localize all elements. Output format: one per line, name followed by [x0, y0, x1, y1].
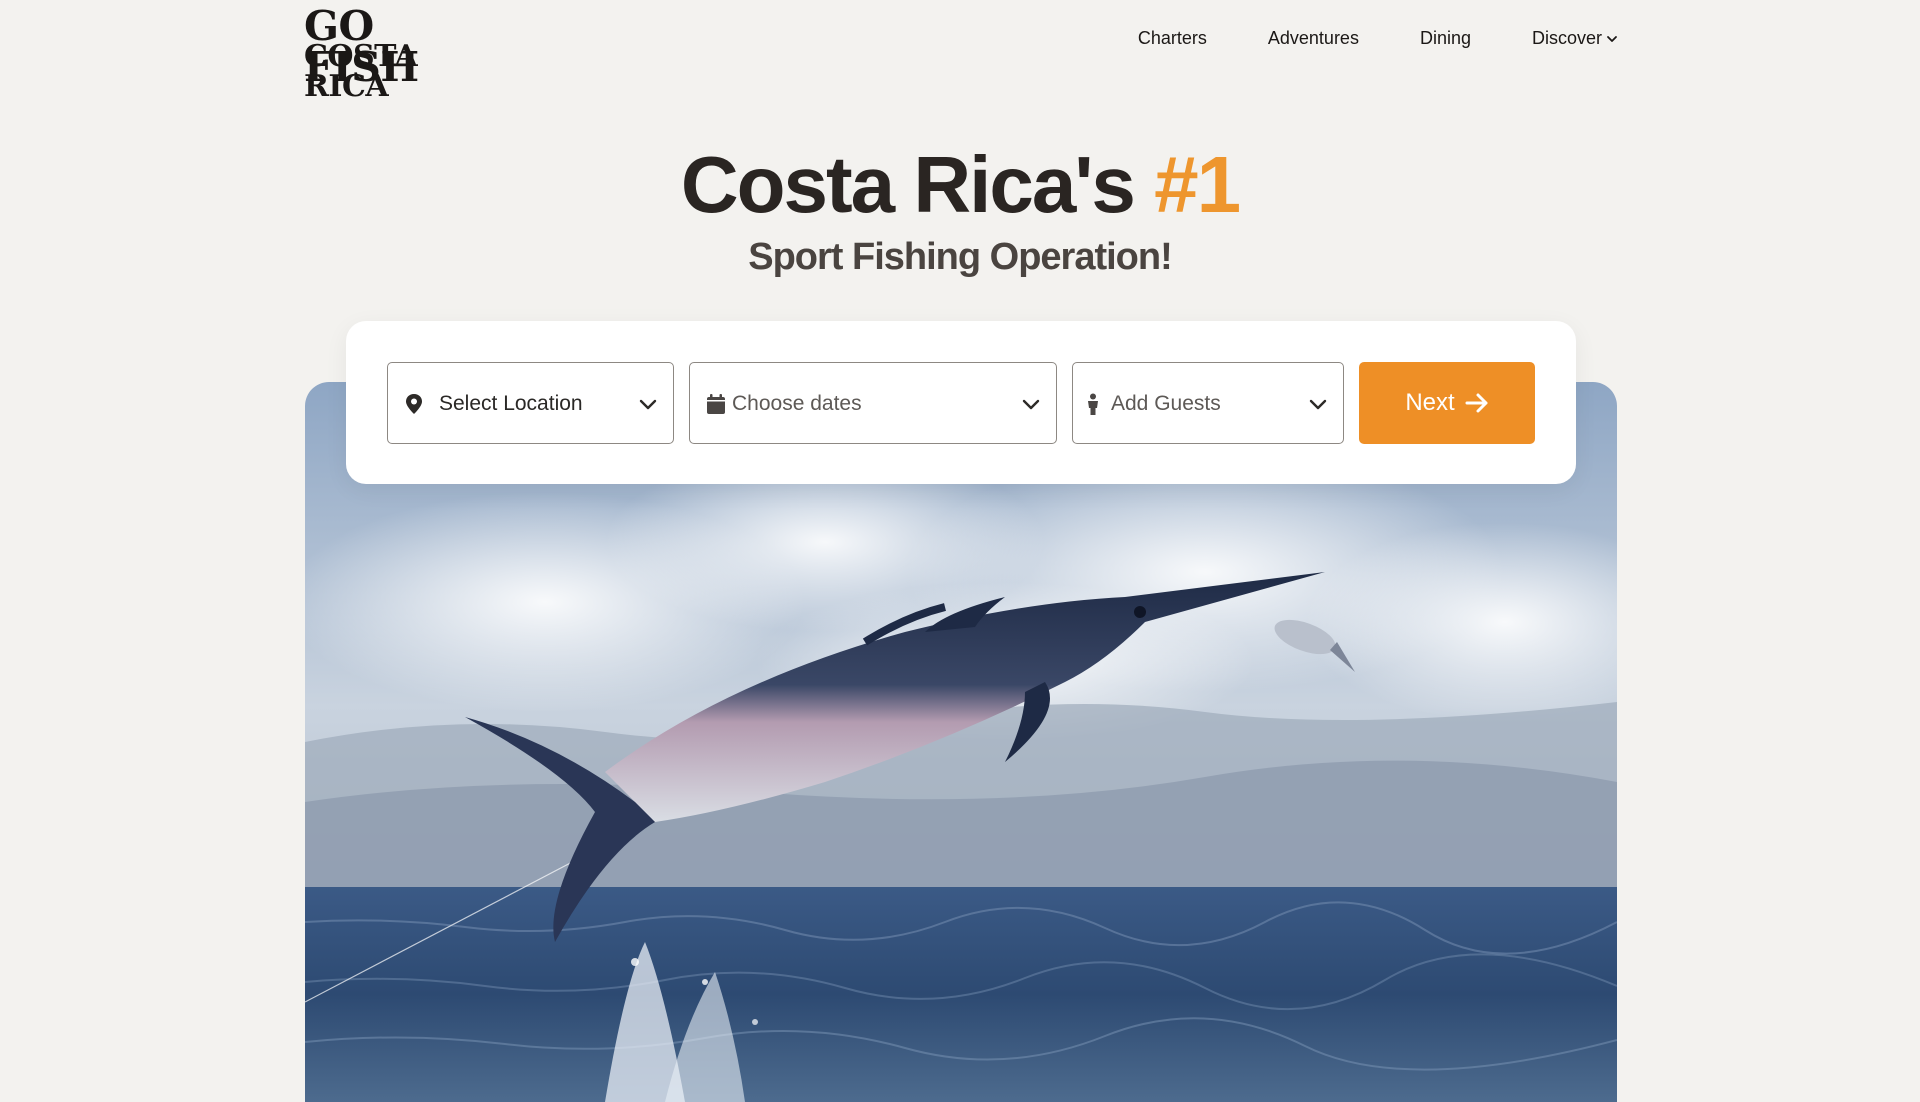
headline-main: Costa Rica's [680, 140, 1136, 229]
map-pin-icon [406, 394, 422, 414]
dates-select[interactable]: Choose dates [689, 362, 1057, 444]
brand-logo[interactable]: GO FISH COSTA RICA [304, 2, 490, 104]
next-button[interactable]: Next [1359, 362, 1535, 444]
logo-line-1: GO FISH [304, 2, 419, 91]
hero-subheadline: Sport Fishing Operation! [748, 236, 1173, 278]
nav-label: Dining [1419, 28, 1471, 48]
guests-label: Add Guests [1111, 392, 1221, 415]
person-icon [1088, 393, 1098, 415]
nav-item-dining[interactable]: Dining [1420, 28, 1471, 49]
chevron-down-icon [639, 399, 657, 410]
dates-label: Choose dates [732, 392, 862, 415]
next-button-label: Next [1405, 389, 1455, 416]
guests-select[interactable]: Add Guests [1072, 362, 1344, 444]
location-label: Select Location [439, 392, 583, 415]
nav-item-discover[interactable]: Discover [1532, 28, 1618, 49]
site-header: GO FISH COSTA RICA Charters Adventures D… [0, 0, 1920, 104]
hero-headline: Costa Rica's #1 [0, 145, 1920, 225]
nav-label: Discover [1531, 28, 1602, 48]
nav-label: Charters [1137, 28, 1207, 48]
chevron-down-icon [1022, 399, 1040, 410]
chevron-down-icon [1309, 399, 1327, 410]
main-nav: Charters Adventures Dining Discover [1138, 28, 1618, 49]
location-select[interactable]: Select Location [387, 362, 674, 444]
logo-line-2: COSTA RICA [304, 39, 418, 104]
booking-search-card: Select Location Choose dates Add Guests … [346, 321, 1576, 484]
headline-accent: #1 [1154, 140, 1241, 229]
nav-label: Adventures [1267, 28, 1359, 48]
hero-image-marlin [305, 382, 1617, 1102]
nav-item-adventures[interactable]: Adventures [1268, 28, 1359, 49]
arrow-right-icon [1465, 393, 1488, 413]
nav-item-charters[interactable]: Charters [1138, 28, 1207, 49]
chevron-down-icon [1607, 35, 1617, 42]
calendar-icon [707, 394, 725, 414]
